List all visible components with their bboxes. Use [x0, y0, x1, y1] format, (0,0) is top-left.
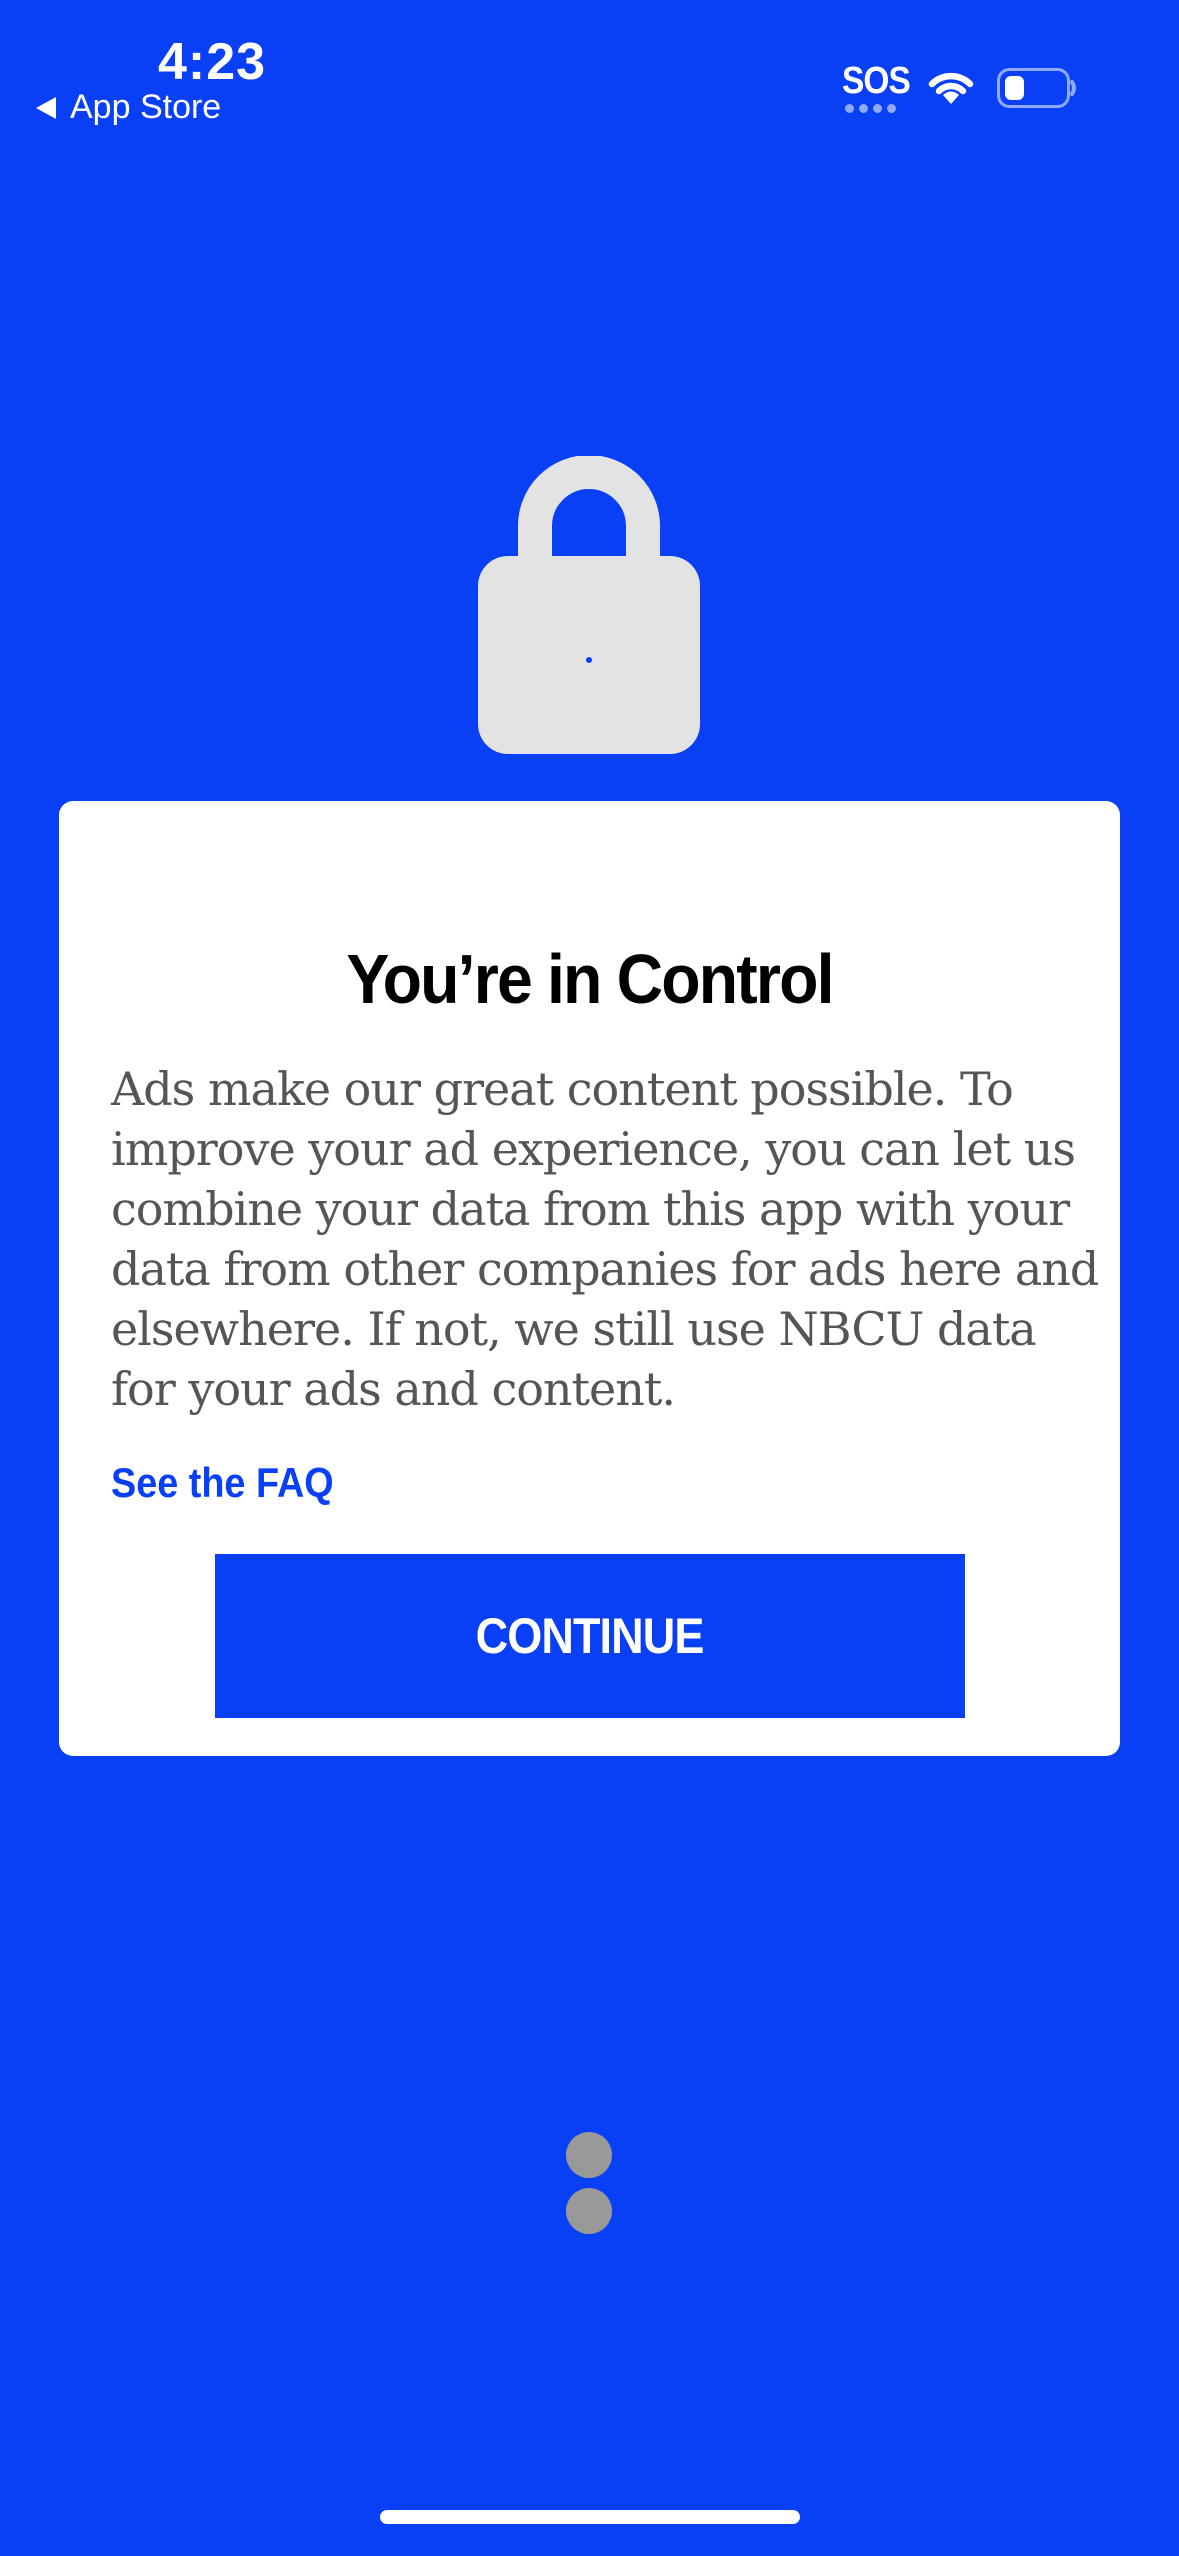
back-to-app-store-link[interactable]: App Store — [36, 88, 221, 127]
battery-icon — [997, 68, 1076, 108]
loading-dot — [566, 2188, 612, 2234]
wifi-icon — [928, 72, 974, 104]
home-indicator[interactable] — [380, 2510, 800, 2524]
status-time: 4:23 — [158, 33, 267, 91]
screen: 4:23 App Store SOS You’re in Control Ads… — [0, 0, 1179, 2556]
lock-icon — [478, 456, 700, 754]
continue-button[interactable]: CONTINUE — [215, 1554, 965, 1718]
card-body-text: Ads make our great content possible. To … — [111, 1062, 1099, 1416]
sos-indicator: SOS — [842, 60, 911, 102]
signal-dots — [845, 104, 896, 113]
back-triangle-icon — [36, 96, 56, 119]
card-title: You’re in Control — [346, 940, 834, 1018]
loading-dot — [566, 2132, 612, 2178]
consent-card: You’re in Control Ads make our great con… — [59, 801, 1120, 1756]
back-label: App Store — [70, 88, 222, 126]
see-faq-link[interactable]: See the FAQ — [111, 1459, 334, 1507]
continue-button-label: CONTINUE — [476, 1608, 705, 1664]
